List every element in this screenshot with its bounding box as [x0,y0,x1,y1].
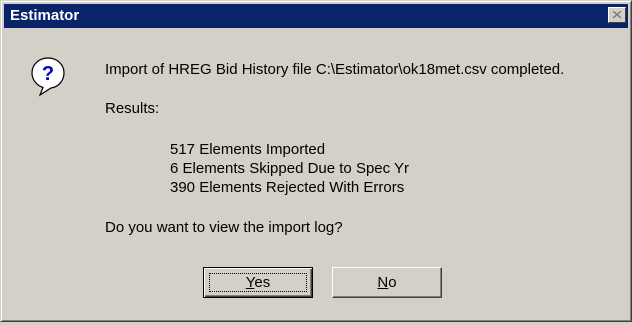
close-button[interactable] [608,7,626,23]
no-button[interactable]: No [332,267,442,298]
result-skipped: 6 Elements Skipped Due to Spec Yr [170,160,410,177]
svg-text:?: ? [42,63,54,85]
confirm-question: Do you want to view the import log? [105,219,343,236]
results-label: Results: [105,100,160,117]
yes-button[interactable]: Yes [203,267,313,298]
message-dialog: Estimator ? Import of HREG Bid History f… [0,0,632,322]
close-icon [613,11,622,19]
import-message: Import of HREG Bid History file C:\Estim… [105,61,565,78]
yes-button-label: Yes [245,274,271,291]
result-rejected: 390 Elements Rejected With Errors [170,179,405,196]
window-title: Estimator [10,7,80,24]
question-icon: ? [31,57,65,97]
title-bar[interactable]: Estimator [4,4,628,28]
result-imported: 517 Elements Imported [170,141,326,158]
no-button-label: No [377,274,397,291]
